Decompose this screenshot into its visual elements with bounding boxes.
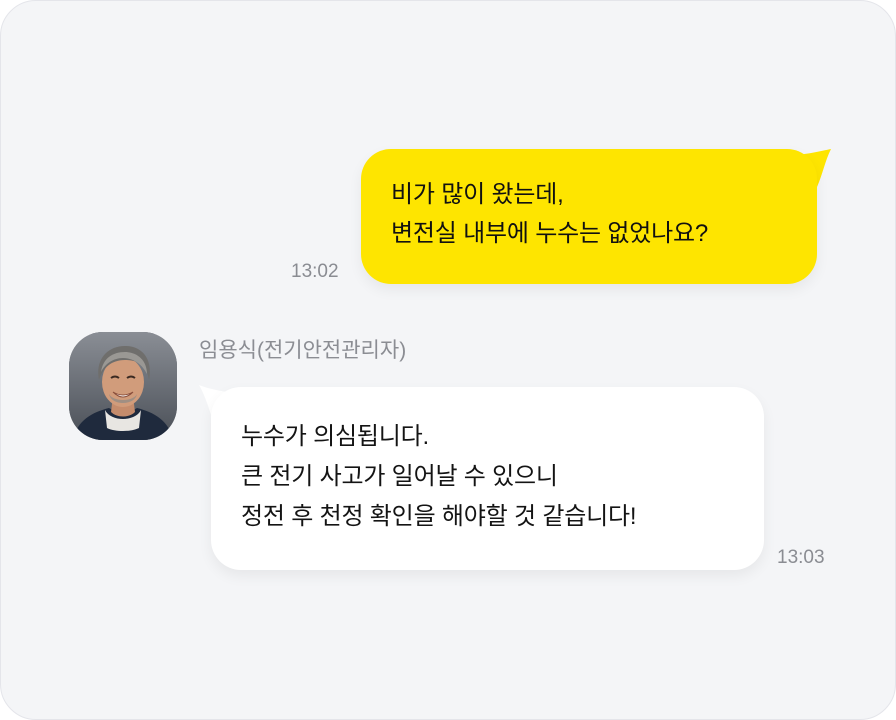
incoming-message-time: 13:03 xyxy=(777,547,825,568)
chat-window: 비가 많이 왔는데, 변전실 내부에 누수는 없었나요? 13:02 임용식(전… xyxy=(0,0,896,720)
outgoing-message: 비가 많이 왔는데, 변전실 내부에 누수는 없었나요? 13:02 xyxy=(1,1,895,301)
outgoing-message-time: 13:02 xyxy=(291,261,339,282)
person-avatar-icon xyxy=(69,332,177,440)
sender-name: 임용식(전기안전관리자) xyxy=(199,339,407,362)
outgoing-message-text: 비가 많이 왔는데, 변전실 내부에 누수는 없었나요? xyxy=(391,181,708,247)
incoming-message-text: 누수가 의심됩니다. 큰 전기 사고가 일어날 수 있으니 정전 후 천정 확인… xyxy=(241,423,637,530)
incoming-message-bubble[interactable]: 누수가 의심됩니다. 큰 전기 사고가 일어날 수 있으니 정전 후 천정 확인… xyxy=(211,387,764,570)
outgoing-message-bubble[interactable]: 비가 많이 왔는데, 변전실 내부에 누수는 없었나요? xyxy=(361,149,817,284)
avatar[interactable] xyxy=(69,332,177,440)
